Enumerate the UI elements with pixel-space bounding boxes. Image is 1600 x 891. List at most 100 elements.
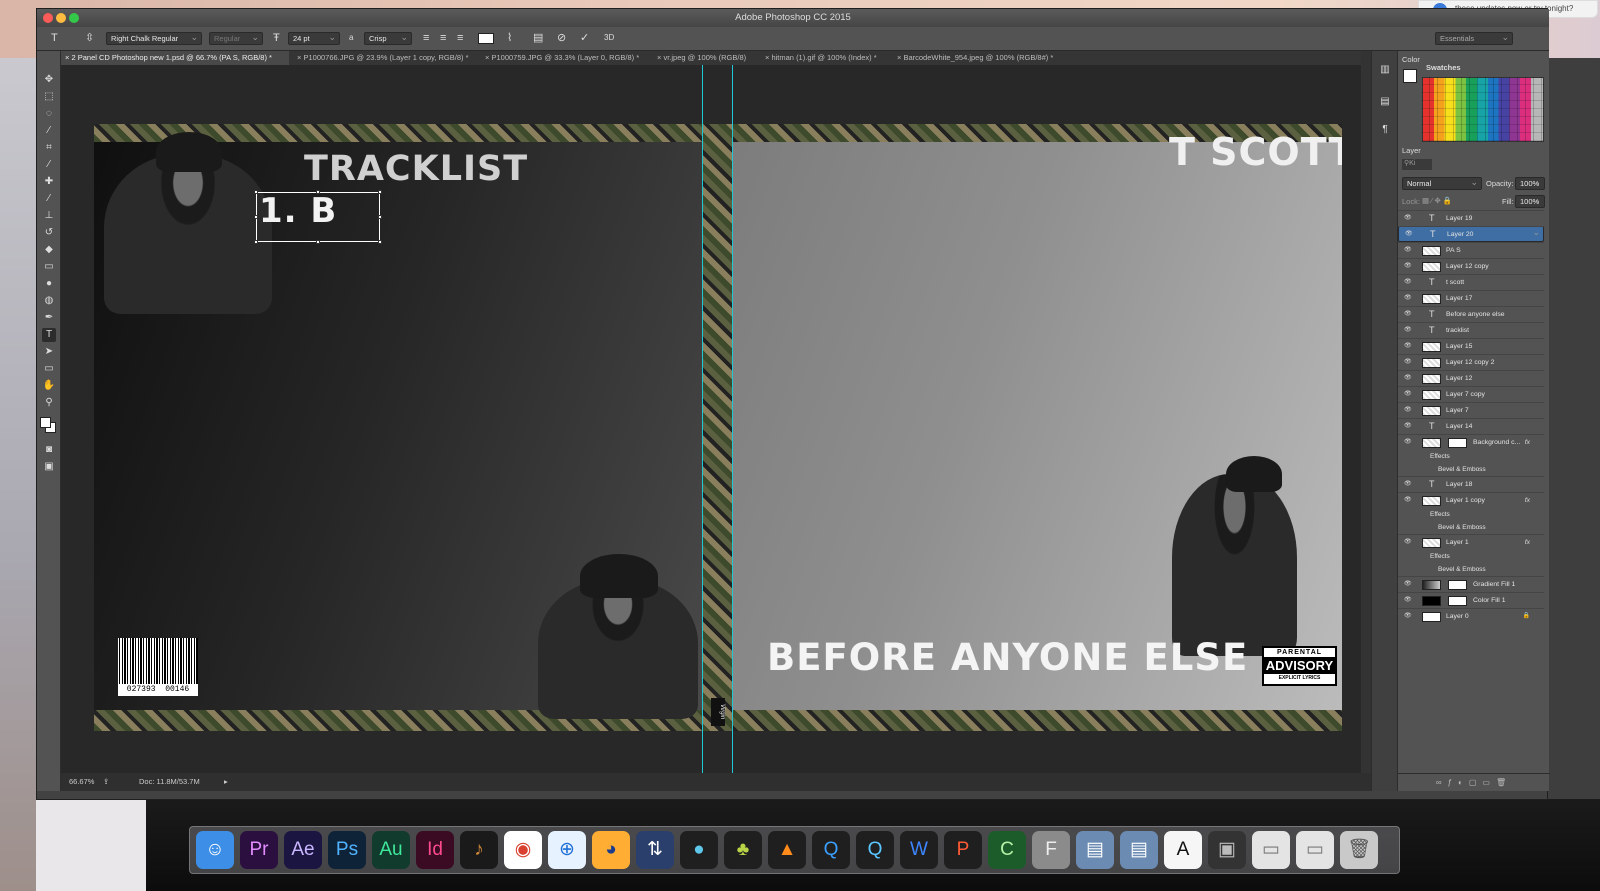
dock-preview-2-icon[interactable]: ▤	[1120, 831, 1158, 869]
layer-row[interactable]: 👁 T Layer 20	[1398, 225, 1544, 242]
dock-powerpoint-icon[interactable]: P	[944, 831, 982, 869]
layer-row[interactable]: 👁 Layer 12 copy 2	[1398, 354, 1544, 370]
layer-row[interactable]: 👁 Background c... fx	[1398, 434, 1544, 450]
transform-handle[interactable]	[316, 240, 320, 244]
canvas-area[interactable]: Virgin TRACKLIST 1. B 027393 00146 T SCO…	[61, 65, 1361, 791]
dock-premiere-icon[interactable]: Pr	[240, 831, 278, 869]
layer-row[interactable]: 👁 Layer 1 copy fx	[1398, 492, 1544, 508]
align-right-icon[interactable]: ≡	[457, 31, 463, 45]
layer-effect-row[interactable]: Bevel & Emboss	[1398, 563, 1544, 576]
antialias-select[interactable]: Crisp	[364, 31, 412, 45]
visibility-eye-icon[interactable]: 👁	[1404, 419, 1412, 434]
crop-tool-icon[interactable]: ⌗	[42, 141, 56, 155]
transform-handle[interactable]	[378, 215, 382, 219]
lock-icons[interactable]: ▦ ⁄ ✥ 🔒	[1422, 196, 1452, 205]
shape-tool-icon[interactable]: ▭	[42, 362, 56, 376]
export-icon[interactable]: ⇪	[103, 773, 109, 791]
dock-word-icon[interactable]: W	[900, 831, 938, 869]
dock-migration-icon[interactable]: ⇅	[636, 831, 674, 869]
history-panel-icon[interactable]: ▥	[1378, 63, 1392, 77]
layers-footer-icons[interactable]: ∞ƒ◐▢▭🗑	[1398, 773, 1550, 791]
dock-finder-icon[interactable]: ☺	[196, 831, 234, 869]
layer-filter[interactable]: ⚲Ki	[1402, 159, 1432, 170]
guide-line-right[interactable]	[732, 65, 733, 779]
gradient-tool-icon[interactable]: ▭	[42, 260, 56, 274]
layer-row[interactable]: 👁 Layer 7	[1398, 402, 1544, 418]
tab-document-3[interactable]: × P1000759.JPG @ 33.3% (Layer 0, RGB/8) …	[481, 51, 639, 65]
zoom-tool-icon[interactable]: ⚲	[42, 396, 56, 410]
fill-value[interactable]: 100%	[1515, 194, 1545, 208]
layer-row[interactable]: 👁 T Layer 19	[1398, 210, 1544, 226]
layer-effect-row[interactable]: Bevel & Emboss	[1398, 521, 1544, 534]
visibility-eye-icon[interactable]: 👁	[1404, 243, 1412, 258]
visibility-eye-icon[interactable]: 👁	[1404, 577, 1412, 592]
cancel-edit-icon[interactable]: ⊘	[557, 31, 566, 45]
layer-effects-row[interactable]: Effects	[1398, 550, 1544, 563]
visibility-eye-icon[interactable]: 👁	[1404, 593, 1412, 608]
visibility-eye-icon[interactable]: 👁	[1404, 291, 1412, 306]
character-panel-icon[interactable]: ▤	[533, 31, 543, 45]
commit-edit-icon[interactable]: ✓	[580, 31, 589, 45]
visibility-eye-icon[interactable]: 👁	[1404, 493, 1412, 508]
dock-safari-icon[interactable]: ⊕	[548, 831, 586, 869]
layer-fx-icon[interactable]: fx	[1525, 435, 1530, 450]
visibility-eye-icon[interactable]: 👁	[1404, 387, 1412, 402]
font-family-select[interactable]: Right Chalk Regular	[106, 31, 202, 45]
clone-stamp-tool-icon[interactable]: ⊥	[42, 209, 56, 223]
properties-panel-icon[interactable]: ▤	[1378, 95, 1392, 109]
transform-handle[interactable]	[254, 190, 258, 194]
layer-effect-row[interactable]: Bevel & Emboss	[1398, 463, 1544, 476]
opacity-value[interactable]: 100%	[1515, 176, 1545, 190]
dock-outlook-ish-icon[interactable]: Q	[856, 831, 894, 869]
layer-row[interactable]: 👁 Tt scott	[1398, 274, 1544, 290]
layer-fx-icon[interactable]: fx	[1525, 493, 1530, 508]
layer-row[interactable]: 👁 T Layer 14	[1398, 418, 1544, 434]
tracklist-title[interactable]: TRACKLIST	[304, 149, 528, 189]
text-color-swatch[interactable]	[478, 33, 494, 44]
hand-tool-icon[interactable]: ✋	[42, 379, 56, 393]
layer-row[interactable]: 👁 Layer 12 copy	[1398, 258, 1544, 274]
layer-effects-row[interactable]: Effects	[1398, 450, 1544, 463]
visibility-eye-icon[interactable]: 👁	[1404, 535, 1412, 550]
status-menu-arrow-icon[interactable]: ▸	[224, 773, 228, 791]
document-canvas[interactable]: Virgin TRACKLIST 1. B 027393 00146 T SCO…	[94, 124, 1342, 731]
transform-handle[interactable]	[378, 240, 382, 244]
dodge-tool-icon[interactable]: ◍	[42, 294, 56, 308]
album-title[interactable]: BEFORE ANYONE ELSE	[767, 636, 1248, 679]
transform-handle[interactable]	[378, 190, 382, 194]
artist-name[interactable]: T SCOTT	[1169, 130, 1342, 174]
visibility-eye-icon[interactable]: 👁	[1404, 609, 1412, 624]
layers-tab[interactable]: Layer	[1402, 146, 1421, 155]
healing-brush-tool-icon[interactable]: ✚	[42, 175, 56, 189]
dock-doc-1-icon[interactable]: ▭	[1252, 831, 1290, 869]
layer-row[interactable]: 👁 Color Fill 1	[1398, 592, 1544, 608]
transform-handle[interactable]	[254, 240, 258, 244]
blur-tool-icon[interactable]: ●	[42, 277, 56, 291]
visibility-eye-icon[interactable]: 👁	[1404, 275, 1412, 290]
swatches-tab[interactable]: Swatches	[1426, 63, 1461, 72]
visibility-eye-icon[interactable]: 👁	[1404, 403, 1412, 418]
dock-firefox-icon[interactable]: ◕	[592, 831, 630, 869]
layer-fx-icon[interactable]: fx	[1525, 535, 1530, 550]
marquee-tool-icon[interactable]: ⬚	[42, 90, 56, 104]
tab-document-2[interactable]: × P1000766.JPG @ 23.9% (Layer 1 copy, RG…	[293, 51, 469, 65]
lasso-tool-icon[interactable]: ◌	[42, 107, 56, 121]
layer-row[interactable]: 👁 T Before anyone else	[1398, 306, 1544, 322]
color-tab[interactable]: Color	[1402, 55, 1420, 64]
tab-document-6[interactable]: × BarcodeWhite_954.jpeg @ 100% (RGB/8#) …	[893, 51, 1053, 65]
layer-row[interactable]: 👁 Layer 7 copy	[1398, 386, 1544, 402]
type-tool-icon[interactable]: T	[42, 328, 56, 342]
dock-preview-1-icon[interactable]: ▤	[1076, 831, 1114, 869]
dock-after-effects-icon[interactable]: Ae	[284, 831, 322, 869]
font-size-select[interactable]: 24 pt	[288, 31, 340, 45]
visibility-eye-icon[interactable]: 👁	[1404, 355, 1412, 370]
eraser-tool-icon[interactable]: ◆	[42, 243, 56, 257]
color-swatch-fg[interactable]	[1403, 69, 1417, 83]
type-tool-preset-icon[interactable]: T	[51, 31, 58, 45]
warp-text-icon[interactable]: ⌇	[507, 31, 512, 45]
dock-garageband-icon[interactable]: ♪	[460, 831, 498, 869]
blend-mode-select[interactable]: Normal	[1402, 176, 1482, 190]
quick-mask-icon[interactable]: ◙	[42, 443, 56, 457]
vertical-scrollbar[interactable]	[1361, 51, 1371, 791]
dock-vlc-icon[interactable]: ▲	[768, 831, 806, 869]
